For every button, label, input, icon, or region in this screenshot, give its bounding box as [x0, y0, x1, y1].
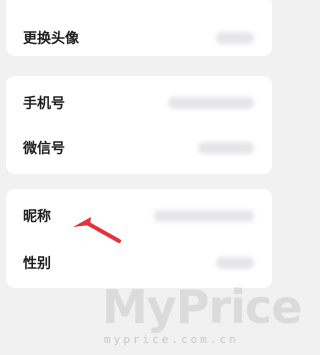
watermark-url-text: myprice.com.cn [104, 333, 239, 346]
phone-number-value-blurred [168, 97, 254, 109]
phone-number-row[interactable]: 手机号 [6, 81, 272, 125]
gender-label: 性别 [23, 255, 51, 271]
red-arrow-annotation [73, 217, 121, 243]
watermark-logo-text: MyPrice [102, 280, 302, 334]
wechat-id-row[interactable]: 微信号 [6, 126, 272, 170]
gender-value-blurred [216, 257, 254, 269]
nickname-label: 昵称 [23, 208, 51, 224]
avatar-thumbnail [216, 32, 254, 44]
nickname-value-blurred [154, 210, 254, 222]
nickname-row[interactable]: 昵称 [6, 194, 272, 238]
phone-number-label: 手机号 [23, 95, 65, 111]
wechat-id-label: 微信号 [23, 140, 65, 156]
site-watermark: MyPrice myprice.com.cn [100, 278, 302, 355]
change-avatar-row[interactable]: 更换头像 [6, 16, 272, 60]
settings-group-account: 手机号 微信号 [6, 76, 272, 174]
settings-group-profile: 昵称 性别 [6, 189, 272, 288]
settings-group-avatar: 更换头像 [6, 0, 272, 56]
wechat-id-value-blurred [198, 142, 254, 154]
change-avatar-label: 更换头像 [23, 30, 79, 46]
